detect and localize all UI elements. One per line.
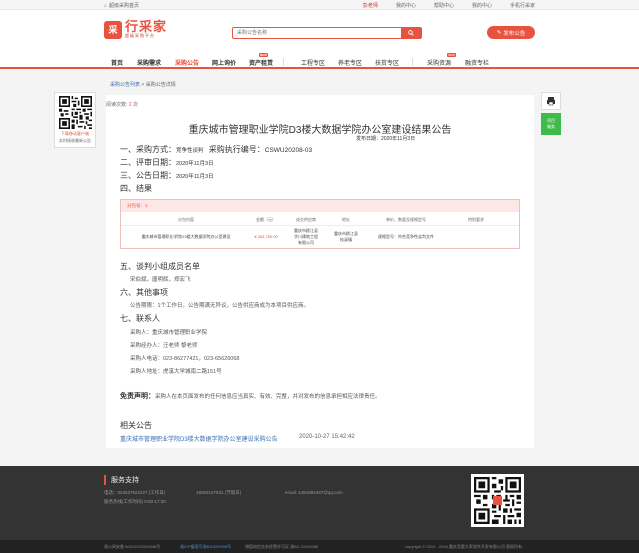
edit-icon: ✎ [496,29,502,36]
publish-button[interactable]: ✎ 发布公告 [487,26,535,39]
copyright: copyright © 2010 - 2018 重庆竞惠大家软件开发有限公司 版… [405,544,522,549]
logo-subtitle: 超级采购平台 [125,33,155,38]
logo-title: 行采家 [125,19,168,34]
icp-link[interactable]: 渝ICP备案号渝B10090908号 [180,544,231,550]
section-result: 四、结果 [120,184,152,193]
other-matters: 公告期限：1个工作日，公告期满无异议，公告供应商成为本项目供应商。 [130,303,310,309]
home-link[interactable]: ⌂ 超级采购首页 [104,2,139,10]
license-info: 增值电信业务经营许可证 渝B2-20190085 [245,544,319,549]
header: 采 行采家 超级采购平台 ✎ 发布公告 [0,10,639,55]
table-header: 特别要求 [468,217,484,222]
logo[interactable]: 采 行采家 超级采购平台 [104,20,167,39]
home-icon: ⌂ [104,2,108,9]
print-button[interactable] [541,92,561,110]
table-header: 单价、数量及规格型号 [386,217,426,222]
disclaimer: 免责声明：采购人在本页面发布的任何信息应当真实、有效、完整，并对发布的信息承担相… [120,393,381,400]
contact-line: 采购人：重庆城市管理职业学院 [130,330,208,336]
panel-members: 宋伯斌，唐明辉，郑宏飞 [130,277,191,283]
footer-email: email: 1481694487@qq.com [285,490,343,495]
qr-code-icon [474,477,521,524]
article-title: 重庆城市管理职业学院D3楼大数据学院办公室建设结果公告 [188,125,452,136]
article-panel: 阅读次数: 2 次 重庆城市管理职业学院D3楼大数据学院办公室建设结果公告 发布… [106,95,534,448]
logo-mark: 采 [104,20,122,39]
nav-purchase-notice[interactable]: 采购公告 [175,58,199,67]
new-badge: NEW [447,53,456,57]
nav-engineering[interactable]: 工程专区 [301,58,325,67]
table-cell-address: 桂溪镇 [340,237,352,242]
section-contacts: 七、联系人 [120,314,160,323]
section-review-date: 二、评审日期：2020年11月3日 [120,158,214,167]
footer-phone: 电话：023637922227 (工作日) [104,490,166,495]
new-badge: NEW [259,53,268,57]
related-notice-link[interactable]: 重庆城市管理职业学院D3楼大数据学院办公室建设采购公告 [120,434,278,443]
nav-elderly-care[interactable]: 养老专区 [338,58,362,67]
table-header: 成交供应商 [296,217,316,222]
nav-poverty[interactable]: 扶贫专区 [375,58,399,67]
footer-hours: 服务热线(工作时间) 9:00-17:30 [104,499,166,504]
search-input[interactable] [233,28,401,38]
nav-online-inquiry[interactable]: 网上询价 [212,58,236,67]
read-count: 阅读次数: 2 次 [106,102,138,108]
top-link-mobile[interactable]: 手机行采家 [510,2,535,9]
contact-line: 采购人地址：虎溪大学城南二路151号 [130,369,222,375]
main-nav: 首页 采购需求 采购公告 网上询价 资产租赁 NEW 工程专区 养老专区 扶贫专… [0,53,639,69]
footer-phone-holiday: 18083107831 (节假日) [196,490,242,495]
search-button[interactable] [401,28,421,38]
top-link-my-center-2[interactable]: 我的中心 [472,2,492,9]
nav-finance[interactable]: 融资专栏 [465,58,489,67]
table-header: 金额（元） [256,217,276,222]
nav-purchase-demand[interactable]: 采购需求 [137,58,161,67]
search-icon [408,30,414,36]
section-other: 六、其他事项 [120,288,168,297]
print-icon [547,97,555,106]
footer-qr [471,474,524,527]
nav-divider [283,58,284,66]
footer-title: 服务支持 [104,475,139,485]
project-service-button[interactable]: 项目 服务 [541,113,561,135]
table-cell-amount: ¥ 263,780.00 [254,234,278,239]
related-notice-date: 2020-10-27 15:42:42 [299,434,355,440]
nav-home[interactable]: 首页 [111,58,123,67]
breadcrumb-current: 采购公告详情 [145,82,176,88]
user-name-link[interactable]: 彭老师 [363,2,378,9]
contact-line: 采购人电话：023-86277421，023-65626068 [130,356,240,362]
table-cell-spec: 规格型号：符合竞争性谈判文件 [378,234,434,239]
nav-divider [412,58,413,66]
top-links: 彭老师 我的中心 帮助中心 我的中心 手机行采家 [363,2,535,9]
section-notice-date: 三、公告日期：2020年11月3日 [120,171,214,180]
section-panel-members: 五、谈判小组成员名单 [120,262,200,271]
table-header: 地址 [342,217,350,222]
package-number: 分包号：1 [121,200,519,212]
top-link-my-center[interactable]: 我的中心 [396,2,416,9]
table-header: 分包内容 [178,217,194,222]
nav-resources[interactable]: 采购资源 NEW [427,53,456,67]
police-record: 渝公网安备 50010202000046号 [104,544,161,549]
table-cell-supplier: 有限公司 [298,240,314,245]
bottom-bar: 渝公网安备 50010202000046号 渝ICP备案号渝B10090908号… [0,540,639,553]
section-purchase-method: 一、采购方式：竞争性谈判 采购执行编号：CSWU20208-03 [120,145,313,154]
result-table: 分包号：1 分包内容 金额（元） 成交供应商 地址 单价、数量及规格型号 特别要… [120,199,520,249]
search-box [232,27,422,39]
nav-asset-lease[interactable]: 资产租赁 NEW [249,53,273,67]
publish-date: 发布日期：2020年11月3日 [356,136,416,142]
breadcrumb: 采购公告列表 > 采购公告详情 [110,82,176,88]
side-tools: 项目 服务 [541,92,561,135]
qr-code-icon [59,96,92,129]
contact-line: 采购经办人：汪老师 黎老师 [130,343,198,349]
table-divider [121,225,519,226]
top-link-help[interactable]: 帮助中心 [434,2,454,9]
top-bar: ⌂ 超级采购首页 彭老师 我的中心 帮助中心 我的中心 手机行采家 [0,0,639,10]
footer: 服务支持 电话：023637922227 (工作日) 18083107831 (… [0,466,639,540]
breadcrumb-list-link[interactable]: 采购公告列表 [110,82,140,88]
table-cell-content: 重庆城市管理职业学院D3楼大数据学院办公室建设 [141,234,231,239]
download-app-card[interactable]: 下载移动客户端 实时接收最新公告 [54,92,96,148]
related-title: 相关公告 [120,421,152,430]
